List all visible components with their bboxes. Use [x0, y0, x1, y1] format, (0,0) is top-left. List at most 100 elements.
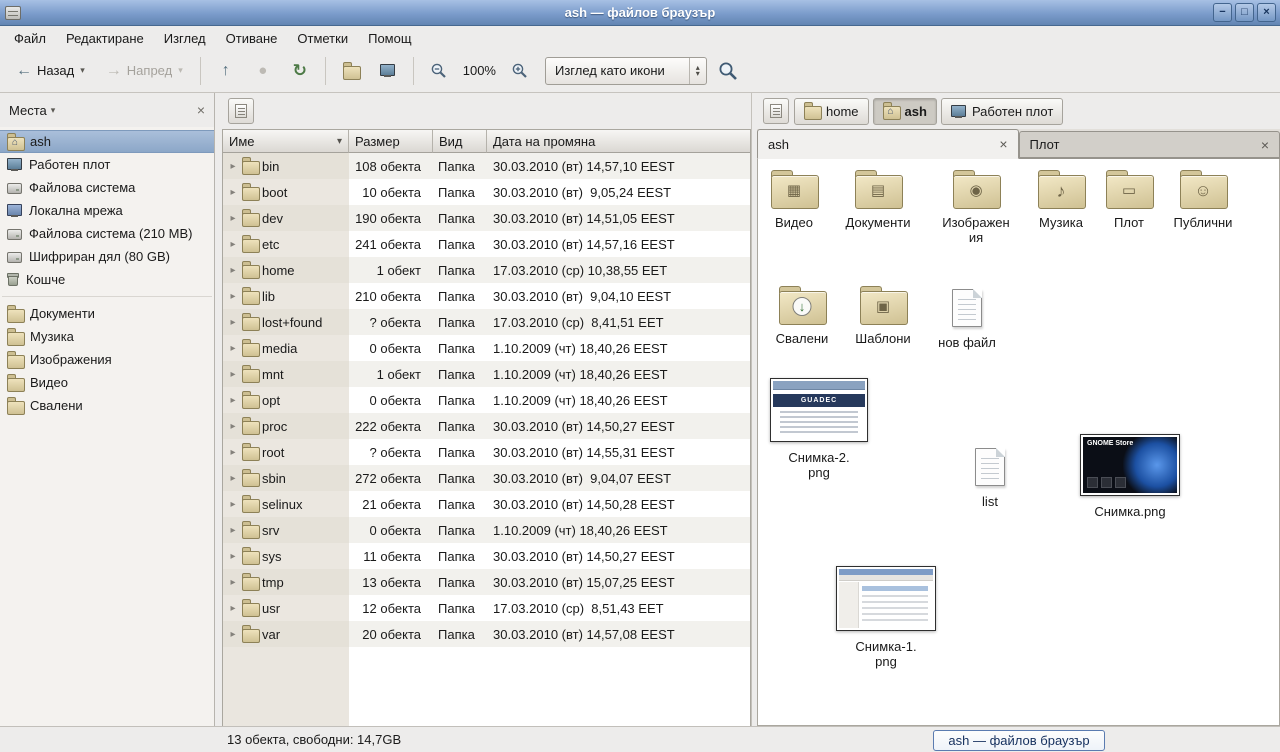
expander-icon[interactable]: ▸: [228, 577, 238, 588]
up-button[interactable]: ↑: [210, 55, 242, 87]
menubar-item-2[interactable]: Изглед: [154, 29, 216, 48]
location-toggle-button[interactable]: [763, 98, 789, 124]
zoom-in-button[interactable]: [504, 55, 536, 87]
menubar-item-5[interactable]: Помощ: [358, 29, 421, 48]
expander-icon[interactable]: ▸: [228, 239, 238, 250]
sidebar-item-8[interactable]: Музика: [0, 325, 214, 348]
expander-icon[interactable]: ▸: [228, 343, 238, 354]
icon-view[interactable]: ▦Видео▤Документи◉Изображения♪Музика▭Плот…: [757, 159, 1280, 726]
back-history-dropdown-icon[interactable]: ▾: [80, 65, 85, 76]
expander-icon[interactable]: ▸: [228, 473, 238, 484]
table-row-9[interactable]: ▸opt0 обектаПапка1.10.2009 (чт) 18,40,26…: [223, 387, 750, 413]
sidebar-item-11[interactable]: Свалени: [0, 394, 214, 417]
column-header-3[interactable]: Дата на промяна: [487, 130, 750, 153]
table-row-6[interactable]: ▸lost+found? обектаПапка17.03.2010 (ср) …: [223, 309, 750, 335]
view-mode-select[interactable]: Изглед като икони ▴▾: [545, 57, 707, 85]
file-item-2[interactable]: ◉Изображения: [930, 169, 1022, 245]
file-item-10[interactable]: list: [944, 446, 1036, 509]
close-button[interactable]: ×: [1257, 3, 1276, 22]
path-button-0[interactable]: home: [794, 98, 869, 125]
menubar-item-0[interactable]: Файл: [4, 29, 56, 48]
table-row-7[interactable]: ▸media0 обектаПапка1.10.2009 (чт) 18,40,…: [223, 335, 750, 361]
path-button-2[interactable]: Работен плот: [941, 98, 1063, 125]
file-item-5[interactable]: ☺Публични: [1157, 169, 1249, 230]
titlebar[interactable]: ash — файлов браузър − □ ×: [0, 0, 1280, 26]
sidebar-item-0[interactable]: ⌂ash: [0, 130, 214, 153]
tab-0[interactable]: ash×: [757, 129, 1019, 159]
file-item-1[interactable]: ▤Документи: [832, 169, 924, 230]
home-button[interactable]: [335, 55, 367, 87]
file-item-12[interactable]: Снимка-1.png: [831, 566, 941, 669]
column-header-1[interactable]: Размер: [349, 130, 433, 153]
sidebar-item-4[interactable]: Файлова система (210 MB): [0, 222, 214, 245]
sidebar-item-9[interactable]: Изображения: [0, 348, 214, 371]
sidebar-item-5[interactable]: Шифриран дял (80 GB): [0, 245, 214, 268]
menubar-item-3[interactable]: Отиване: [216, 29, 288, 48]
search-button[interactable]: [712, 55, 744, 87]
location-toggle-button[interactable]: [228, 98, 254, 124]
tab-close-icon[interactable]: ×: [999, 137, 1007, 151]
sidebar-close-icon[interactable]: ×: [197, 102, 205, 118]
table-row-4[interactable]: ▸home1 обектПапка17.03.2010 (ср) 10,38,5…: [223, 257, 750, 283]
table-row-1[interactable]: ▸boot10 обектаПапка30.03.2010 (вт) 9,05,…: [223, 179, 750, 205]
computer-button[interactable]: [372, 55, 404, 87]
table-row-14[interactable]: ▸srv0 обектаПапка1.10.2009 (чт) 18,40,26…: [223, 517, 750, 543]
taskbar-window-button[interactable]: ash — файлов браузър: [933, 730, 1105, 751]
table-row-18[interactable]: ▸var20 обектаПапка30.03.2010 (вт) 14,57,…: [223, 621, 750, 647]
sidebar-item-1[interactable]: Работен плот: [0, 153, 214, 176]
table-row-17[interactable]: ▸usr12 обектаПапка17.03.2010 (ср) 8,51,4…: [223, 595, 750, 621]
expander-icon[interactable]: ▸: [228, 213, 238, 224]
stop-button[interactable]: ●: [247, 55, 279, 87]
back-button[interactable]: ← Назад ▾: [8, 55, 93, 87]
expander-icon[interactable]: ▸: [228, 447, 238, 458]
table-row-0[interactable]: ▸bin108 обектаПапка30.03.2010 (вт) 14,57…: [223, 153, 750, 179]
expander-icon[interactable]: ▸: [228, 499, 238, 510]
expander-icon[interactable]: ▸: [228, 265, 238, 276]
table-row-12[interactable]: ▸sbin272 обектаПапка30.03.2010 (вт) 9,04…: [223, 465, 750, 491]
table-row-11[interactable]: ▸root? обектаПапка30.03.2010 (вт) 14,55,…: [223, 439, 750, 465]
table-row-5[interactable]: ▸lib210 обектаПапка30.03.2010 (вт) 9,04,…: [223, 283, 750, 309]
tab-close-icon[interactable]: ×: [1261, 138, 1269, 152]
table-row-15[interactable]: ▸sys11 обектаПапка30.03.2010 (вт) 14,50,…: [223, 543, 750, 569]
expander-icon[interactable]: ▸: [228, 187, 238, 198]
expander-icon[interactable]: ▸: [228, 603, 238, 614]
expander-icon[interactable]: ▸: [228, 525, 238, 536]
forward-button[interactable]: → Напред ▾: [98, 55, 191, 87]
tab-1[interactable]: Плот×: [1019, 131, 1280, 158]
expander-icon[interactable]: ▸: [228, 369, 238, 380]
file-item-8[interactable]: нов файл: [921, 287, 1013, 350]
zoom-out-button[interactable]: [423, 55, 455, 87]
minimize-button[interactable]: −: [1213, 3, 1232, 22]
expander-icon[interactable]: ▸: [228, 291, 238, 302]
table-row-2[interactable]: ▸dev190 обектаПапка30.03.2010 (вт) 14,51…: [223, 205, 750, 231]
path-button-1[interactable]: ⌂ash: [873, 98, 937, 125]
sidebar-item-3[interactable]: Локална мрежа: [0, 199, 214, 222]
sidebar-item-2[interactable]: Файлова система: [0, 176, 214, 199]
file-item-9[interactable]: GUADECСнимка-2.png: [764, 378, 874, 480]
expander-icon[interactable]: ▸: [228, 421, 238, 432]
sidebar-header[interactable]: Места ▾ ×: [0, 93, 214, 127]
column-header-2[interactable]: Вид: [433, 130, 487, 153]
maximize-button[interactable]: □: [1235, 3, 1254, 22]
reload-button[interactable]: ↻: [284, 55, 316, 87]
column-header-0[interactable]: Име▾: [223, 130, 349, 153]
expander-icon[interactable]: ▸: [228, 317, 238, 328]
sidebar-item-7[interactable]: Документи: [0, 302, 214, 325]
table-row-8[interactable]: ▸mnt1 обектПапка1.10.2009 (чт) 18,40,26 …: [223, 361, 750, 387]
expander-icon[interactable]: ▸: [228, 629, 238, 640]
menubar-item-1[interactable]: Редактиране: [56, 29, 154, 48]
forward-history-dropdown-icon[interactable]: ▾: [178, 65, 183, 76]
sidebar-selector-chevron-icon[interactable]: ▾: [51, 105, 56, 116]
file-item-6[interactable]: ↓Свалени: [756, 285, 848, 346]
expander-icon[interactable]: ▸: [228, 395, 238, 406]
menubar-item-4[interactable]: Отметки: [287, 29, 358, 48]
expander-icon[interactable]: ▸: [228, 551, 238, 562]
file-item-7[interactable]: ▣Шаблони: [837, 285, 929, 346]
sidebar-item-10[interactable]: Видео: [0, 371, 214, 394]
table-row-13[interactable]: ▸selinux21 обектаПапка30.03.2010 (вт) 14…: [223, 491, 750, 517]
table-row-10[interactable]: ▸proc222 обектаПапка30.03.2010 (вт) 14,5…: [223, 413, 750, 439]
table-row-3[interactable]: ▸etc241 обектаПапка30.03.2010 (вт) 14,57…: [223, 231, 750, 257]
expander-icon[interactable]: ▸: [228, 161, 238, 172]
sidebar-item-6[interactable]: Кошче: [0, 268, 214, 291]
table-row-16[interactable]: ▸tmp13 обектаПапка30.03.2010 (вт) 15,07,…: [223, 569, 750, 595]
